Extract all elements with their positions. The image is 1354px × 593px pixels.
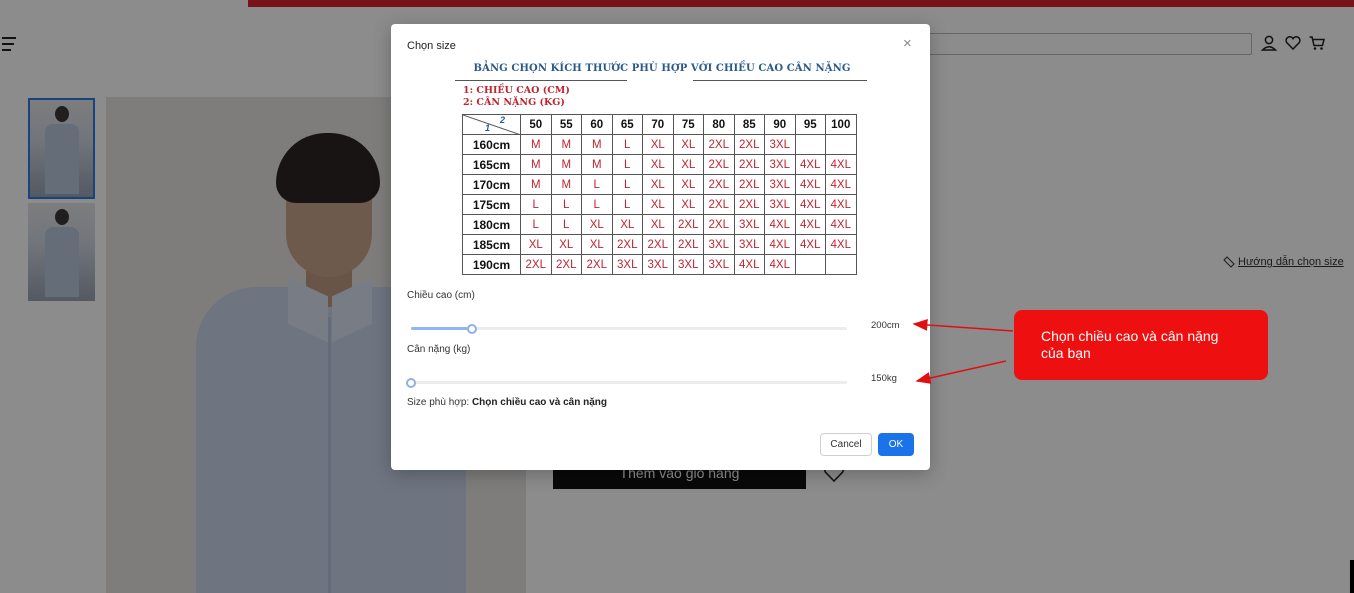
arrow-to-height-slider: [912, 318, 1014, 332]
arrow-to-weight-slider: [915, 360, 1007, 384]
annotation-arrows: [912, 318, 1014, 384]
